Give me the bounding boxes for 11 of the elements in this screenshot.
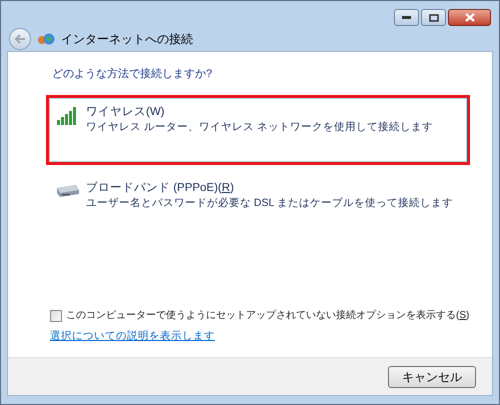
question-heading: どのような方法で接続しますか? [52, 66, 214, 82]
cancel-button[interactable]: キャンセル [388, 366, 476, 388]
window-title: インターネットへの接続 [61, 31, 193, 48]
connection-option[interactable]: ブロードバンド (PPPoE)(R) ユーザー名とパスワードが必要な DSL またはケーブルを使って接続します [49, 174, 467, 216]
help-link[interactable]: 選択についての説明を表示します [50, 329, 215, 345]
option-description: ユーザー名とパスワードが必要な DSL またはケーブルを使って接続します [86, 196, 453, 210]
checkbox-label: このコンピューターで使うようにセットアップされていない接続オプションを表示する(S) [66, 308, 470, 324]
option-title: ワイヤレス(W) [86, 104, 166, 120]
option-description: ワイヤレス ルーター、ワイヤレス ネットワークを使用して接続します [86, 120, 433, 134]
connection-option[interactable]: ワイヤレス(W) ワイヤレス ルーター、ワイヤレス ネットワークを使用して接続します [49, 98, 467, 162]
option-title: ブロードバンド (PPPoE)(R) [86, 180, 235, 196]
